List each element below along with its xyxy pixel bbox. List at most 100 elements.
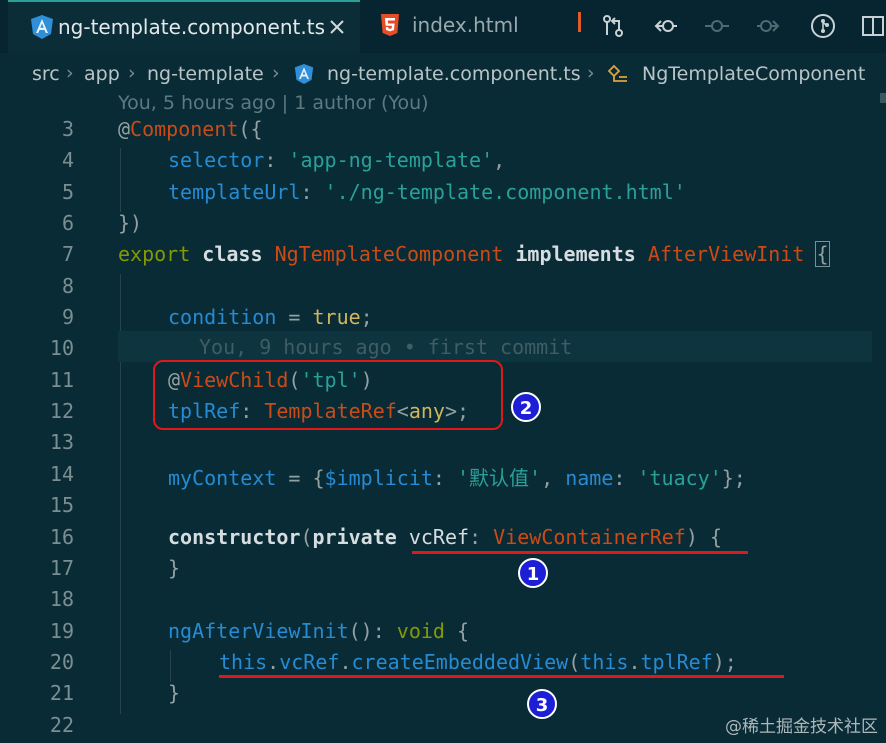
class-symbol-icon	[607, 64, 627, 82]
chevron-right-icon: ›	[587, 62, 595, 84]
line-number: 17	[49, 556, 74, 580]
angular-icon	[31, 15, 53, 39]
punctuation: :	[469, 525, 494, 549]
split-editor-icon[interactable]	[860, 13, 886, 39]
blame-header[interactable]: You, 5 hours ago | 1 author (You)	[118, 92, 429, 114]
line-number: 4	[61, 148, 74, 172]
breadcrumb: src › app › ng-template › ng-template.co…	[0, 53, 886, 93]
tab-index-html[interactable]: index.html	[362, 0, 557, 53]
operator: =	[276, 305, 313, 329]
code-line-4[interactable]: selector: 'app-ng-template',	[168, 148, 505, 172]
current-line-highlight: You, 9 hours ago • first commit	[118, 331, 872, 362]
git-graph-icon[interactable]	[810, 13, 836, 39]
punctuation: .	[267, 650, 280, 674]
line-number: 19	[49, 619, 74, 643]
line-number: 9	[61, 305, 74, 329]
code-line-7[interactable]: export class NgTemplateComponent impleme…	[118, 241, 830, 267]
object-key: name	[565, 466, 614, 490]
punctuation: ,	[541, 466, 566, 490]
line-number: 14	[49, 462, 74, 486]
code-line-20[interactable]: this.vcRef.createEmbeddedView(this.tplRe…	[219, 650, 737, 674]
previous-change-icon[interactable]	[652, 13, 678, 39]
git-compare-icon[interactable]	[600, 13, 626, 39]
keyword: implements	[515, 242, 636, 266]
code-line-9[interactable]: condition = true;	[168, 305, 373, 329]
punctuation: ,	[493, 148, 506, 172]
chevron-right-icon: ›	[128, 62, 136, 84]
inline-blame-annotation[interactable]: You, 9 hours ago • first commit	[199, 335, 572, 359]
line-number: 15	[49, 493, 74, 517]
punctuation: :	[300, 180, 325, 204]
decorator-at: @	[118, 117, 131, 141]
method-name: createEmbeddedView	[351, 650, 569, 674]
line-number: 20	[49, 650, 74, 674]
code-line-3[interactable]: @Component({	[118, 117, 263, 141]
punctuation: :	[264, 148, 289, 172]
annotation-underline	[412, 551, 748, 554]
line-number: 13	[49, 430, 74, 454]
punctuation: }	[168, 681, 181, 705]
string-literal: 'tuacy'	[637, 466, 722, 490]
string-literal: '默认值'	[457, 466, 542, 490]
boolean-literal: true	[312, 305, 361, 329]
keyword: constructor	[168, 525, 301, 549]
line-number: 22	[49, 713, 74, 737]
commit-icon[interactable]	[704, 13, 730, 39]
code-line-14[interactable]: myContext = {$implicit: '默认值', name: 'tu…	[168, 462, 746, 491]
property-name: vcRef	[279, 650, 340, 674]
punctuation: ():	[348, 619, 397, 643]
code-line-5[interactable]: templateUrl: './ng-template.component.ht…	[168, 180, 686, 204]
line-number: 21	[49, 681, 74, 705]
tab-ng-template-component-ts[interactable]: ng-template.component.ts	[8, 0, 360, 53]
code-line-6[interactable]: })	[118, 211, 142, 235]
punctuation: :	[613, 466, 638, 490]
punctuation: ) {	[685, 525, 722, 549]
punctuation: (	[568, 650, 581, 674]
object-key: selector	[168, 148, 265, 172]
punctuation: :	[432, 466, 458, 490]
punctuation: })	[118, 211, 143, 235]
line-number: 11	[49, 368, 74, 392]
string-literal: './ng-template.component.html'	[324, 180, 686, 204]
keyword: export	[118, 242, 191, 266]
punctuation: };	[721, 466, 746, 490]
this-keyword: this	[580, 650, 629, 674]
scrollbar-marker[interactable]	[880, 93, 886, 103]
keyword: class	[202, 242, 263, 266]
type-name: ViewContainerRef	[493, 525, 686, 549]
punctuation: ;	[360, 305, 373, 329]
tab-label: ng-template.component.ts	[58, 15, 325, 39]
close-icon[interactable]	[326, 16, 348, 38]
class-name: NgTemplateComponent	[274, 242, 504, 266]
breadcrumb-item-ng-template[interactable]: ng-template	[147, 63, 264, 85]
breadcrumb-item-app[interactable]: app	[84, 63, 120, 85]
punctuation: );	[712, 650, 737, 674]
code-line-17[interactable]: }	[168, 556, 180, 580]
property-name: tplRef	[640, 650, 713, 674]
property-name: myContext	[168, 466, 277, 490]
parameter-name: vcRef	[408, 525, 470, 549]
punctuation: }	[168, 556, 181, 580]
breadcrumb-item-src[interactable]: src	[32, 63, 60, 85]
method-name: ngAfterViewInit	[168, 619, 349, 643]
breadcrumb-item-class[interactable]: NgTemplateComponent	[642, 63, 865, 85]
indent-guide	[120, 148, 121, 212]
tab-bar: ng-template.component.ts index.html	[0, 0, 886, 53]
string-literal: 'app-ng-template'	[288, 148, 494, 172]
breadcrumb-item-file[interactable]: ng-template.component.ts	[327, 63, 581, 85]
property-name: condition	[168, 305, 277, 329]
dirty-indicator	[578, 12, 581, 32]
type-keyword: void	[396, 619, 445, 643]
code-line-21[interactable]: }	[168, 681, 180, 705]
next-change-icon[interactable]	[756, 13, 782, 39]
chevron-right-icon: ›	[272, 62, 280, 84]
annotation-box	[153, 360, 503, 430]
line-number: 8	[61, 274, 74, 298]
decorator-name: Component	[130, 117, 239, 141]
code-line-19[interactable]: ngAfterViewInit(): void {	[168, 619, 469, 643]
annotation-badge-1: 1	[518, 558, 548, 588]
code-line-16[interactable]: constructor(private vcRef: ViewContainer…	[168, 525, 722, 549]
line-number: 3	[61, 117, 74, 141]
annotation-badge-3: 3	[527, 689, 557, 719]
